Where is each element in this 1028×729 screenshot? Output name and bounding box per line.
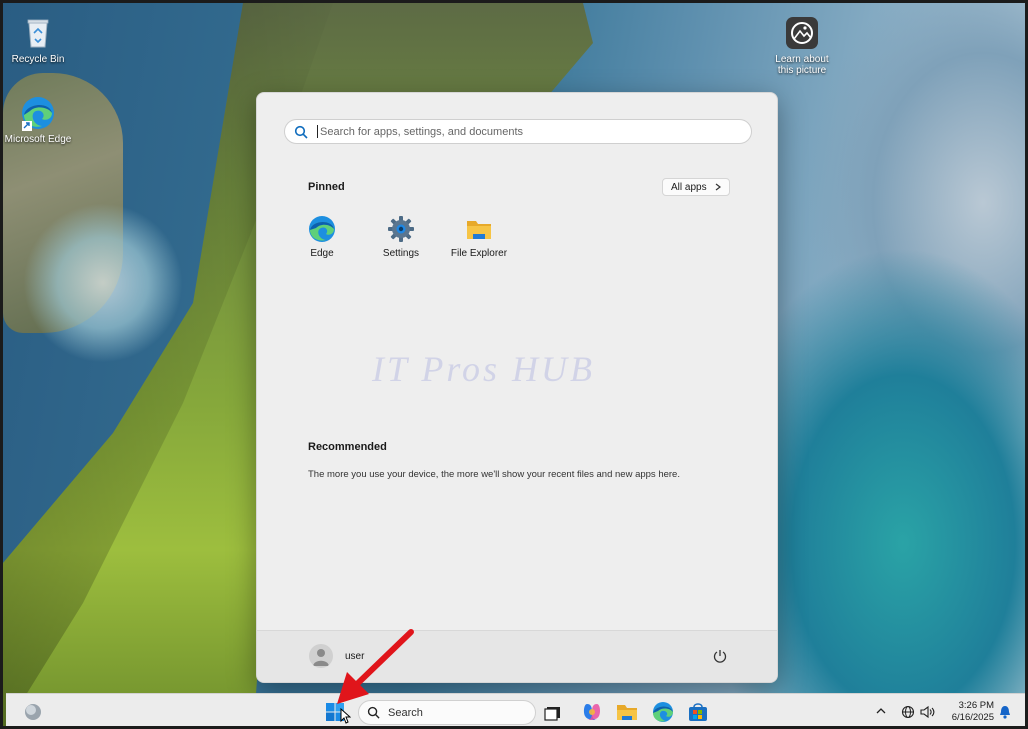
annotation-arrow <box>337 629 414 704</box>
edge-icon <box>22 97 54 131</box>
notification-bell-icon[interactable] <box>999 705 1011 719</box>
desktop-icon-edge[interactable]: Microsoft Edge <box>3 95 73 145</box>
all-apps-label: All apps <box>671 181 707 193</box>
pinned-app-label: Edge <box>310 248 334 259</box>
desktop-icon-recycle-bin[interactable]: Recycle Bin <box>3 15 73 65</box>
recommended-empty-text: The more you use your device, the more w… <box>308 469 680 480</box>
chevron-up-icon[interactable] <box>876 707 886 715</box>
recycle-bin-icon <box>27 19 49 48</box>
wallpaper-surf <box>23 203 183 363</box>
folder-icon <box>467 221 491 239</box>
widgets-weather-icon[interactable] <box>22 701 44 723</box>
all-apps-button[interactable]: All apps <box>662 178 730 196</box>
mouse-pointer-icon <box>340 708 351 724</box>
gear-icon <box>388 216 414 242</box>
pinned-app-label: File Explorer <box>450 248 508 259</box>
edge-taskbar-icon[interactable] <box>652 701 674 723</box>
start-menu: Pinned All apps Edge <box>256 92 778 683</box>
taskbar: Search 3:26 PM 6/16/2025 <box>6 693 1025 726</box>
pinned-app-label: Settings <box>382 248 420 259</box>
desktop-icon-learn-about-picture[interactable]: Learn about this picture <box>767 15 837 76</box>
pinned-app-file-explorer[interactable]: File Explorer <box>444 215 514 259</box>
taskbar-search-label: Search <box>388 706 423 719</box>
network-globe-icon[interactable] <box>901 705 915 719</box>
pinned-app-settings[interactable]: Settings <box>366 215 436 259</box>
learn-about-picture-label: Learn about this picture <box>775 54 829 76</box>
pinned-heading: Pinned <box>308 181 345 193</box>
screenshot-frame: Recycle Bin Microsoft Edge Learn about t… <box>0 0 1028 729</box>
pinned-app-edge[interactable]: Edge <box>287 215 357 259</box>
recommended-heading: Recommended <box>308 441 387 453</box>
clock-time: 3:26 PM <box>958 700 994 711</box>
search-icon <box>285 119 317 144</box>
text-caret <box>317 125 318 138</box>
chevron-right-icon <box>715 183 721 191</box>
microsoft-store-icon[interactable] <box>687 701 709 723</box>
power-icon[interactable] <box>712 648 728 664</box>
start-search-box[interactable] <box>284 119 752 144</box>
user-avatar[interactable] <box>309 644 333 668</box>
file-explorer-icon[interactable] <box>616 701 638 723</box>
recycle-bin-label: Recycle Bin <box>11 54 65 65</box>
volume-icon[interactable] <box>920 705 936 719</box>
start-search-input[interactable] <box>320 125 740 138</box>
system-clock[interactable]: 3:26 PM 6/16/2025 <box>939 700 994 724</box>
copilot-icon[interactable] <box>581 701 603 723</box>
task-view-icon[interactable] <box>542 701 564 723</box>
watermark-text: IT Pros HUB <box>372 349 596 389</box>
clock-date: 6/16/2025 <box>951 712 994 723</box>
camera-icon <box>786 17 818 49</box>
user-icon <box>313 649 329 666</box>
edge-icon <box>309 216 335 242</box>
edge-desktop-label: Microsoft Edge <box>4 134 72 145</box>
